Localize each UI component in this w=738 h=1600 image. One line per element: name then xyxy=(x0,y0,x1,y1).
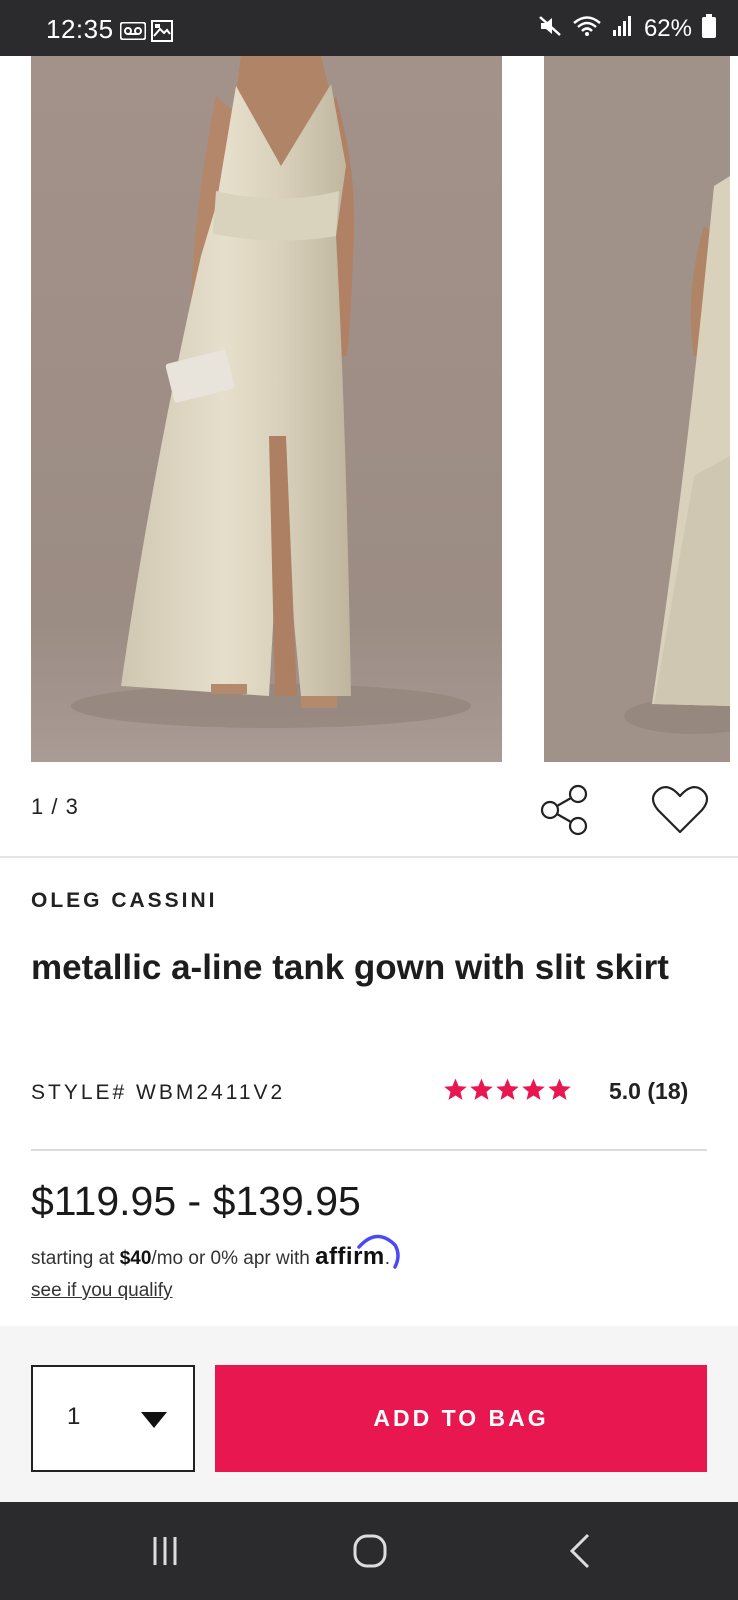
photo-icon xyxy=(151,20,173,47)
style-number: STYLE# WBM2411V2 xyxy=(31,1081,286,1104)
voicemail-icon xyxy=(119,21,147,45)
brand-name[interactable]: OLEG CASSINI xyxy=(31,889,218,913)
star-icon xyxy=(522,1078,545,1100)
financing-info: starting at $40/mo or 0% apr with affirm… xyxy=(31,1234,400,1271)
share-icon xyxy=(540,784,588,836)
battery-percentage: 62% xyxy=(643,14,692,42)
price-range: $119.95 - $139.95 xyxy=(31,1178,361,1224)
status-bar: 12:35 62% xyxy=(0,0,738,56)
heart-icon xyxy=(651,785,709,834)
home-button[interactable] xyxy=(310,1502,430,1600)
gown-front-photo[interactable] xyxy=(31,56,502,762)
financing-suffix: /mo or 0% apr with xyxy=(151,1248,316,1269)
back-button[interactable] xyxy=(520,1502,640,1600)
rating-summary[interactable]: 5.0 (18) xyxy=(609,1078,688,1105)
affirm-logo: affirm xyxy=(315,1234,400,1270)
dropdown-arrow-icon xyxy=(141,1412,167,1428)
divider xyxy=(31,1149,707,1151)
wifi-icon xyxy=(572,15,602,42)
financing-prefix: starting at xyxy=(31,1248,120,1269)
share-button[interactable] xyxy=(538,782,594,838)
status-time: 12:35 xyxy=(46,14,114,44)
financing-amount: $40 xyxy=(119,1248,152,1269)
divider xyxy=(0,856,738,858)
mute-icon xyxy=(538,15,562,42)
star-icon xyxy=(470,1078,493,1100)
battery-icon xyxy=(702,14,716,43)
star-icon xyxy=(548,1078,571,1100)
see-if-you-qualify-link[interactable]: see if you qualify xyxy=(31,1280,173,1302)
add-to-bag-button[interactable]: ADD TO BAG xyxy=(215,1365,707,1472)
star-icon xyxy=(496,1078,519,1100)
quantity-select[interactable]: 1 xyxy=(31,1365,195,1472)
quantity-value: 1 xyxy=(67,1403,81,1430)
rating-stars[interactable] xyxy=(443,1077,572,1102)
system-nav-bar xyxy=(0,1502,738,1600)
product-title: metallic a-line tank gown with slit skir… xyxy=(31,948,669,987)
image-page-counter: 1 / 3 xyxy=(31,794,79,819)
signal-icon xyxy=(612,15,634,42)
recent-apps-icon xyxy=(153,1537,177,1565)
product-image-gallery[interactable] xyxy=(0,56,738,762)
gown-side-photo[interactable] xyxy=(544,56,730,762)
home-icon xyxy=(353,1534,387,1568)
affirm-arc-icon xyxy=(357,1234,400,1269)
back-icon xyxy=(569,1533,590,1569)
star-icon xyxy=(444,1078,467,1100)
recent-apps-button[interactable] xyxy=(105,1502,225,1600)
favorite-button[interactable] xyxy=(650,782,710,838)
